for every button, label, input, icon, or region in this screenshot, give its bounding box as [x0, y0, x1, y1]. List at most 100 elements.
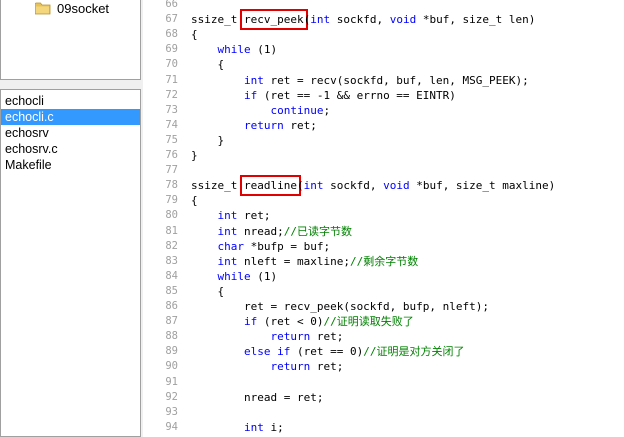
- code-token: nread = ret;: [191, 390, 324, 404]
- highlighted-identifier: recv_peek: [243, 13, 304, 27]
- code-comment: //剩余字节数: [349, 254, 419, 268]
- line-number: 84: [165, 269, 178, 282]
- code-keyword: int: [217, 224, 238, 238]
- folder-icon: [35, 2, 51, 15]
- code-keyword: int: [243, 73, 264, 87]
- line-number: 90: [165, 360, 178, 373]
- code-text: int nread;//已读字节数: [191, 224, 352, 239]
- folder-name: 09socket: [57, 0, 110, 16]
- code-token: ret;: [283, 118, 317, 132]
- code-keyword: while: [217, 43, 251, 57]
- line-number: 66: [165, 0, 178, 10]
- line-number: 88: [165, 330, 178, 343]
- code-keyword: char: [217, 239, 245, 253]
- code-text: char *bufp = buf;: [191, 239, 331, 254]
- line-number: 91: [165, 375, 178, 388]
- code-text: int nleft = maxline;//剩余字节数: [191, 254, 419, 269]
- code-keyword: int: [217, 209, 238, 223]
- line-number: 79: [165, 194, 178, 207]
- code-token: (: [296, 179, 304, 193]
- highlighted-identifier: readline: [243, 179, 297, 193]
- code-token: (1): [250, 269, 278, 283]
- code-token: ret;: [310, 360, 344, 374]
- file-item[interactable]: Makefile: [1, 157, 140, 173]
- file-item[interactable]: echocli: [1, 93, 140, 109]
- code-token: i;: [263, 420, 284, 434]
- code-token: nleft = maxline;: [237, 254, 350, 268]
- code-text: int i;: [191, 420, 284, 435]
- folder-tree: 09socket: [0, 0, 141, 80]
- code-text: return ret;: [191, 359, 343, 374]
- code-token: sockfd,: [323, 179, 384, 193]
- code-text: }: [191, 148, 198, 163]
- code-token: *buf, size_t maxline): [409, 179, 556, 193]
- code-token: ret = recv(sockfd, buf, len, MSG_PEEK);: [263, 73, 529, 87]
- code-token: {: [191, 28, 198, 42]
- code-editor[interactable]: 66 67 ssize_t recv_peek(int sockfd, void *…: [143, 0, 624, 437]
- code-token: ssize_t: [191, 179, 244, 193]
- line-number: 67: [165, 13, 178, 26]
- line-number: 71: [165, 73, 178, 86]
- code-text: {: [191, 27, 198, 42]
- code-keyword: if: [243, 88, 258, 102]
- code-text: int ret = recv(sockfd, buf, len, MSG_PEE…: [191, 73, 529, 88]
- line-number: 86: [165, 300, 178, 312]
- file-item[interactable]: echosrv.c: [1, 141, 140, 157]
- line-number: 87: [165, 315, 178, 328]
- code-token: ret;: [237, 209, 271, 223]
- line-number: 68: [165, 28, 178, 41]
- line-number: 82: [165, 239, 178, 252]
- line-number: 76: [165, 149, 178, 161]
- code-keyword: int: [310, 13, 331, 27]
- code-text: {: [191, 57, 224, 72]
- code-token: (1): [250, 43, 278, 57]
- code-token: {: [191, 284, 225, 298]
- line-number: 80: [165, 209, 178, 222]
- code-token: *bufp = buf;: [244, 239, 331, 253]
- code-text: }: [191, 133, 224, 148]
- folder-item[interactable]: 09socket: [35, 0, 109, 17]
- code-keyword: int: [243, 420, 264, 434]
- code-keyword: void: [389, 13, 417, 27]
- file-item[interactable]: echocli.c: [1, 109, 140, 125]
- line-number: 70: [165, 58, 178, 71]
- line-number: 78: [165, 179, 178, 192]
- code-text: return ret;: [191, 329, 343, 344]
- line-number: 81: [165, 224, 178, 237]
- code-comment: //证明读取失败了: [323, 315, 414, 329]
- code-token: (ret < 0): [257, 315, 324, 329]
- code-keyword: void: [383, 179, 410, 193]
- code-text: {: [191, 193, 198, 208]
- code-keyword: int: [303, 179, 324, 193]
- code-keyword: return: [270, 330, 311, 344]
- code-comment: //证明是对方关闭了: [363, 345, 465, 359]
- code-token: nread;: [237, 224, 284, 238]
- line-number: 72: [165, 88, 178, 101]
- line-number: 77: [165, 164, 178, 177]
- code-keyword: while: [217, 269, 251, 283]
- line-number: 92: [165, 390, 178, 403]
- code-keyword: if: [277, 345, 291, 359]
- code-token: ret;: [310, 330, 344, 344]
- file-item[interactable]: echosrv: [1, 125, 140, 141]
- line-number: 69: [165, 43, 178, 56]
- code-comment: //已读字节数: [283, 224, 352, 238]
- code-text: if (ret < 0)//证明读取失败了: [191, 314, 414, 329]
- code-text: if (ret == -1 && errno == EINTR): [191, 88, 456, 103]
- code-keyword: continue: [270, 103, 324, 117]
- code-token: {: [191, 194, 198, 208]
- code-token: ssize_t: [191, 13, 244, 27]
- file-browser-pane: 09socket echocli echocli.c echosrv echosrv.…: [0, 0, 143, 437]
- line-number: 75: [165, 133, 178, 146]
- code-keyword: return: [243, 118, 284, 132]
- code-token: (ret == -1 && errno == EINTR): [257, 88, 456, 102]
- code-text: ssize_t recv_peek(int sockfd, void *buf,…: [191, 12, 535, 27]
- line-number: 89: [165, 345, 178, 358]
